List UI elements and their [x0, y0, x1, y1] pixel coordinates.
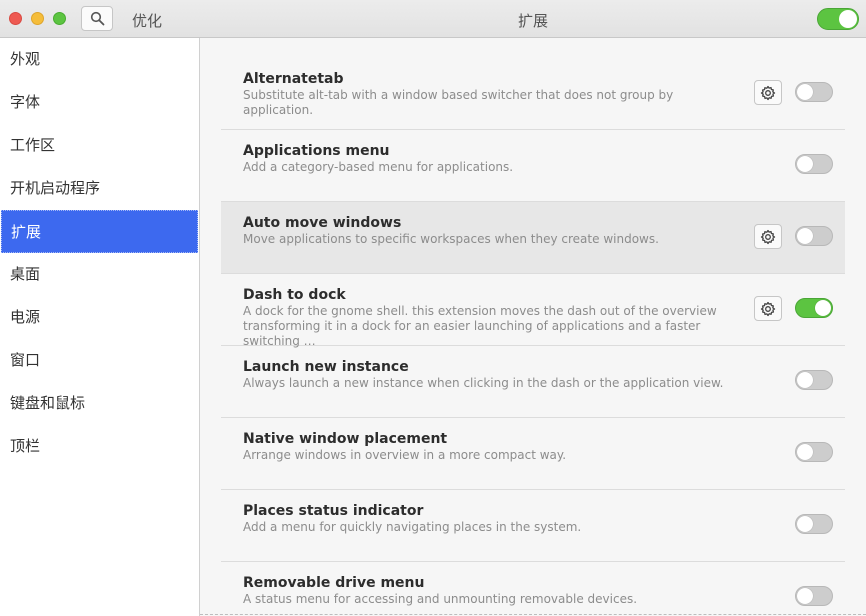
- extension-description: Substitute alt-tab with a window based s…: [243, 88, 674, 117]
- extension-name: Auto move windows: [243, 215, 402, 231]
- switch-knob: [839, 10, 857, 28]
- sidebar-item-power[interactable]: 电源: [0, 296, 199, 339]
- extension-description: A status menu for accessing and unmounti…: [243, 592, 638, 606]
- extension-description: Add a menu for quickly navigating places…: [243, 520, 582, 534]
- extension-toggle[interactable]: [795, 442, 833, 462]
- extension-description: Always launch a new instance when clicki…: [243, 376, 724, 390]
- extension-toggle[interactable]: [795, 154, 833, 174]
- sidebar-item-startup-applications[interactable]: 开机启动程序: [0, 167, 199, 210]
- extensions-list: Alternatetab Substitute alt-tab with a w…: [200, 38, 866, 616]
- page-title: 扩展: [517, 12, 548, 30]
- extension-name: Removable drive menu: [243, 575, 425, 591]
- toggle-knob: [797, 444, 813, 460]
- sidebar: 外观 字体 工作区 开机启动程序 扩展 桌面 电源 窗口 键盘和鼠标 顶栏: [0, 38, 200, 616]
- extension-name: Places status indicator: [243, 503, 424, 519]
- extensions-master-switch[interactable]: [817, 8, 859, 30]
- gear-icon: [760, 301, 776, 317]
- extension-settings-button[interactable]: [754, 296, 782, 321]
- extension-row-launch-new-instance: Launch new instance Always launch a new …: [221, 346, 845, 418]
- extension-description: Move applications to specific workspaces…: [243, 232, 659, 246]
- gear-icon: [760, 229, 776, 245]
- extension-description: Arrange windows in overview in a more co…: [243, 448, 567, 462]
- extension-row-places-status-indicator: Places status indicator Add a menu for q…: [221, 490, 845, 562]
- extension-row-removable-drive-menu: Removable drive menu A status menu for a…: [221, 562, 845, 616]
- extension-toggle[interactable]: [795, 298, 833, 318]
- window-bottom-edge: [200, 614, 866, 615]
- sidebar-item-appearance[interactable]: 外观: [0, 38, 199, 81]
- toggle-knob: [797, 372, 813, 388]
- extension-name: Applications menu: [243, 143, 390, 159]
- extension-row-native-window-placement: Native window placement Arrange windows …: [221, 418, 845, 490]
- extension-row-dash-to-dock: Dash to dock A dock for the gnome shell.…: [221, 274, 845, 348]
- extension-row-alternatetab: Alternatetab Substitute alt-tab with a w…: [221, 58, 845, 130]
- extension-name: Alternatetab: [243, 71, 344, 87]
- sidebar-item-windows[interactable]: 窗口: [0, 339, 199, 382]
- sidebar-item-workspaces[interactable]: 工作区: [0, 124, 199, 167]
- title-bar: 优化 扩展: [0, 0, 866, 38]
- toggle-knob: [797, 84, 813, 100]
- gear-icon: [760, 85, 776, 101]
- extension-row-applications-menu: Applications menu Add a category-based m…: [221, 130, 845, 202]
- extension-name: Dash to dock: [243, 287, 346, 303]
- sidebar-item-top-bar[interactable]: 顶栏: [0, 425, 199, 468]
- extension-toggle[interactable]: [795, 514, 833, 534]
- extension-settings-button[interactable]: [754, 80, 782, 105]
- toggle-knob: [797, 588, 813, 604]
- toggle-knob: [797, 228, 813, 244]
- extension-description: A dock for the gnome shell. this extensi…: [243, 304, 717, 348]
- toggle-knob: [797, 516, 813, 532]
- toggle-knob: [797, 156, 813, 172]
- sidebar-item-keyboard-mouse[interactable]: 键盘和鼠标: [0, 382, 199, 425]
- sidebar-item-desktop[interactable]: 桌面: [0, 253, 199, 296]
- extension-settings-button[interactable]: [754, 224, 782, 249]
- sidebar-item-extensions[interactable]: 扩展: [1, 210, 198, 253]
- extension-toggle[interactable]: [795, 226, 833, 246]
- extension-row-auto-move-windows: Auto move windows Move applications to s…: [221, 202, 845, 274]
- sidebar-item-fonts[interactable]: 字体: [0, 81, 199, 124]
- extension-name: Launch new instance: [243, 359, 409, 375]
- extension-description: Add a category-based menu for applicatio…: [243, 160, 514, 174]
- extension-name: Native window placement: [243, 431, 448, 447]
- extension-toggle[interactable]: [795, 586, 833, 606]
- toggle-knob: [815, 300, 831, 316]
- extension-toggle[interactable]: [795, 370, 833, 390]
- extension-toggle[interactable]: [795, 82, 833, 102]
